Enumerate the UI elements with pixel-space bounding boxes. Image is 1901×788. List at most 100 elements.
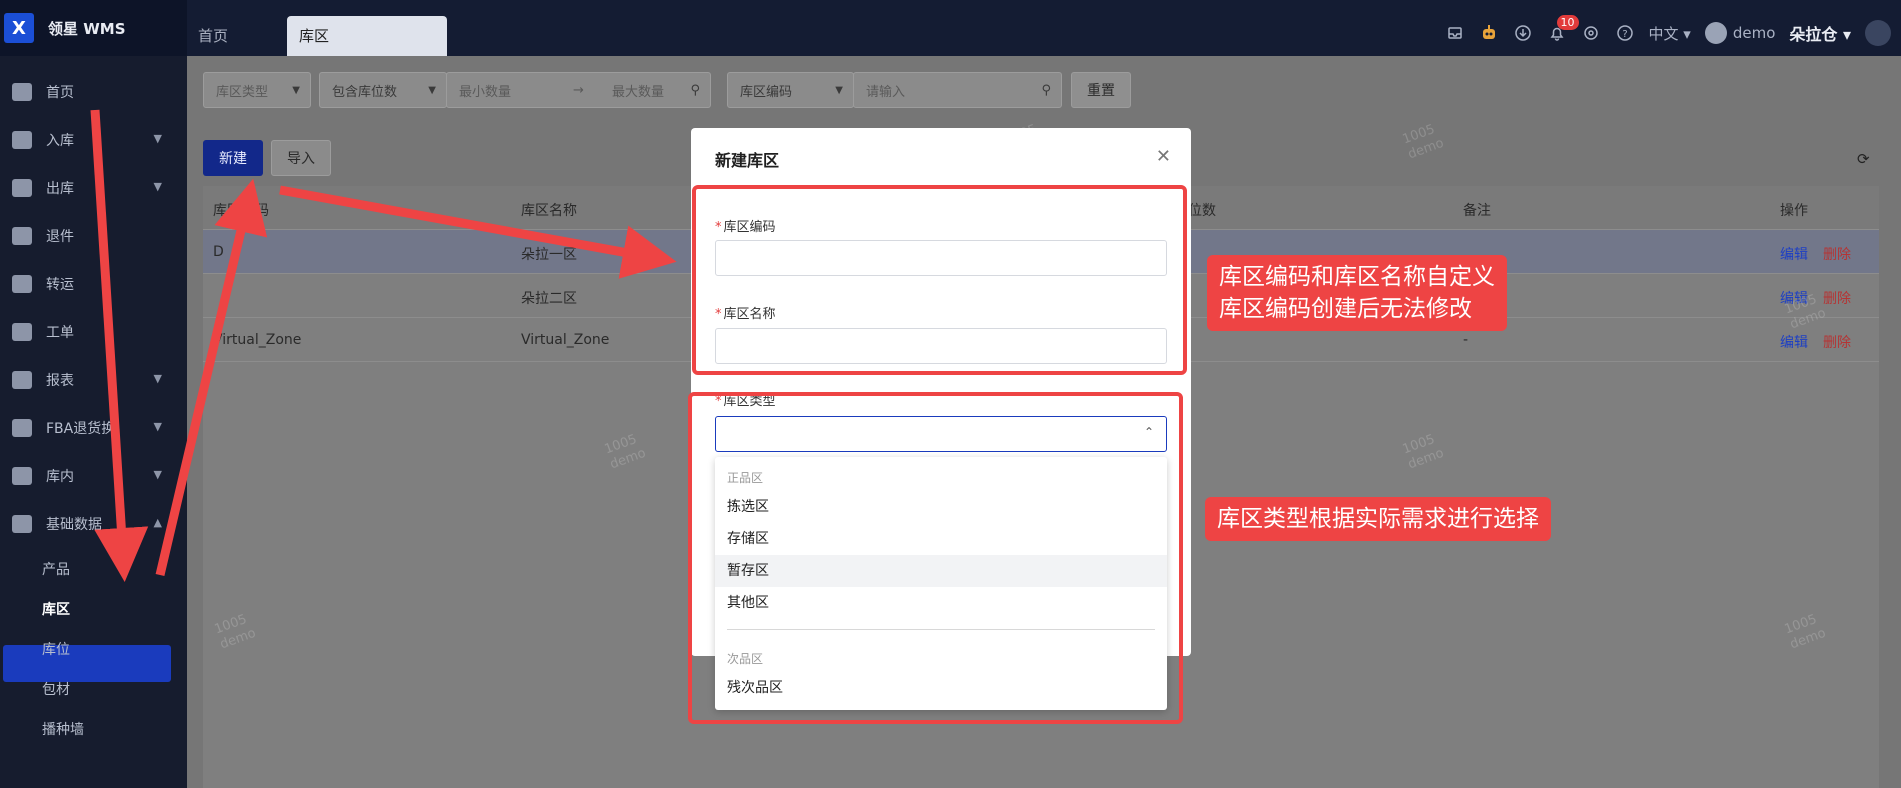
inbox-icon[interactable]: [1445, 23, 1465, 43]
tab-zone[interactable]: 库区: [287, 16, 447, 56]
reset-button[interactable]: 重置: [1071, 72, 1131, 108]
brand[interactable]: X 领星 WMS: [0, 0, 187, 56]
sidebar-item-label: FBA退货换: [46, 421, 116, 437]
delete-link[interactable]: 删除: [1823, 244, 1851, 264]
inbound-icon: [12, 131, 32, 149]
edit-link[interactable]: 编辑: [1780, 332, 1808, 352]
inventory-icon: [12, 467, 32, 485]
min-count-placeholder: 最小数量: [459, 84, 512, 100]
chevron-down-icon: ▼: [153, 132, 162, 145]
dialog-title: 新建库区: [715, 151, 780, 170]
home-icon: [12, 83, 32, 101]
brand-name: 领星 WMS: [48, 19, 126, 38]
chevron-down-icon: ▼: [153, 420, 162, 433]
code-field-select[interactable]: 库区编码 ▼: [727, 72, 854, 108]
refresh-icon[interactable]: ⟳: [1857, 150, 1870, 168]
svg-text:?: ?: [1622, 29, 1627, 40]
delete-link[interactable]: 删除: [1823, 332, 1851, 352]
sidebar-item-outbound[interactable]: 出库 ▼: [0, 168, 187, 208]
sidebar: 首页 入库 ▼ 出库 ▼ 退件 转运 工单 报表 ▼ FBA退货换 ▼ 库内 ▼…: [0, 56, 187, 788]
help-icon[interactable]: ?: [1615, 23, 1635, 43]
sidebar-item-label: 报表: [46, 373, 74, 389]
sidebar-item-label: 转运: [46, 277, 74, 293]
code-search-placeholder: 请输入: [866, 84, 906, 100]
location-count-select[interactable]: 包含库位数 ▼: [319, 72, 447, 108]
cell-zone-name: 朵拉二区: [521, 291, 577, 307]
warehouse-select[interactable]: 朵拉仓 ▾: [1789, 21, 1851, 45]
sidebar-item-workorder[interactable]: 工单: [0, 312, 187, 352]
download-icon[interactable]: [1513, 23, 1533, 43]
settings-icon[interactable]: [1581, 23, 1601, 43]
annotation-callout-code: 库区编码和库区名称自定义 库区编码创建后无法修改: [1207, 255, 1507, 331]
sidebar-subitem-zone[interactable]: 库区: [42, 599, 70, 619]
sidebar-subitem-packaging[interactable]: 包材: [42, 679, 70, 699]
sidebar-item-label: 入库: [46, 133, 74, 149]
callout-line1: 库区编码和库区名称自定义: [1219, 264, 1495, 290]
sidebar-item-inventory[interactable]: 库内 ▼: [0, 456, 187, 496]
language-select[interactable]: 中文 ▾: [1649, 23, 1691, 44]
chevron-down-icon: ▼: [153, 372, 162, 385]
count-range-input[interactable]: 最小数量 → 最大数量 ⚲: [446, 72, 711, 108]
tab-home[interactable]: 首页: [198, 16, 228, 56]
edit-link[interactable]: 编辑: [1780, 244, 1808, 264]
sub-item-highlight: [3, 645, 171, 682]
watermark: 1005demo: [1401, 121, 1447, 164]
sidebar-subitem-product[interactable]: 产品: [42, 559, 70, 579]
sidebar-subitem-location[interactable]: 库位: [42, 639, 70, 659]
sidebar-subitem-sowing-wall[interactable]: 播种墙: [42, 719, 84, 739]
search-icon[interactable]: [1865, 20, 1891, 46]
sidebar-item-report[interactable]: 报表 ▼: [0, 360, 187, 400]
search-icon[interactable]: ⚲: [1041, 83, 1051, 98]
cell-zone-name: 朵拉一区: [521, 247, 577, 263]
import-button[interactable]: 导入: [271, 140, 331, 176]
search-icon[interactable]: ⚲: [690, 83, 700, 98]
callout-line2: 库区编码创建后无法修改: [1219, 296, 1472, 322]
zone-type-filter[interactable]: 库区类型 ▼: [203, 72, 311, 108]
report-icon: [12, 371, 32, 389]
cell-zone-name: Virtual_Zone: [521, 332, 610, 348]
max-count-placeholder: 最大数量: [612, 84, 665, 100]
user-name: demo: [1732, 24, 1776, 42]
chevron-up-icon: ▲: [153, 516, 162, 529]
chevron-down-icon: ▼: [153, 180, 162, 193]
chevron-down-icon: ▼: [428, 84, 436, 96]
range-arrow: →: [573, 82, 584, 98]
annotation-box-name-code: [692, 185, 1187, 375]
sidebar-item-return[interactable]: 退件: [0, 216, 187, 256]
robot-icon[interactable]: [1479, 23, 1499, 43]
chevron-down-icon: ▼: [292, 84, 300, 96]
annotation-callout-type: 库区类型根据实际需求进行选择: [1205, 497, 1551, 541]
delete-link[interactable]: 删除: [1823, 288, 1851, 308]
transfer-icon: [12, 275, 32, 293]
sidebar-item-home[interactable]: 首页: [0, 72, 187, 112]
fba-icon: [12, 419, 32, 437]
sidebar-item-inbound[interactable]: 入库 ▼: [0, 120, 187, 160]
cell-remark: -: [1463, 332, 1469, 348]
sidebar-item-label: 工单: [46, 325, 74, 341]
outbound-icon: [12, 179, 32, 197]
zone-type-placeholder: 库区类型: [216, 84, 269, 100]
sidebar-item-fba[interactable]: FBA退货换 ▼: [0, 408, 187, 448]
sidebar-item-label: 库内: [46, 469, 74, 485]
chevron-down-icon: ▼: [153, 468, 162, 481]
code-search-input[interactable]: 请输入 ⚲: [853, 72, 1062, 108]
new-button[interactable]: 新建: [203, 140, 263, 176]
sidebar-item-label: 基础数据: [46, 517, 102, 533]
chevron-down-icon: ▼: [835, 84, 843, 96]
workorder-icon: [12, 323, 32, 341]
close-icon[interactable]: ✕: [1156, 146, 1171, 167]
header-operations: 操作: [1780, 203, 1808, 219]
top-right-toolbar: 10 ? 中文 ▾ demo 朵拉仓 ▾: [1445, 15, 1891, 50]
notification-badge: 10: [1556, 15, 1579, 30]
logo-icon: X: [4, 13, 34, 43]
sidebar-item-transfer[interactable]: 转运: [0, 264, 187, 304]
sidebar-item-basedata[interactable]: 基础数据 ▲: [0, 504, 187, 544]
location-count-label: 包含库位数: [332, 84, 398, 100]
return-icon: [12, 227, 32, 245]
cell-zone-code: D: [213, 244, 224, 260]
sidebar-item-label: 出库: [46, 181, 74, 197]
cell-zone-code: Virtual_Zone: [213, 332, 302, 348]
header-location-count: 位数: [1188, 203, 1216, 219]
user-menu[interactable]: demo: [1704, 22, 1776, 44]
bell-icon[interactable]: 10: [1547, 15, 1579, 43]
